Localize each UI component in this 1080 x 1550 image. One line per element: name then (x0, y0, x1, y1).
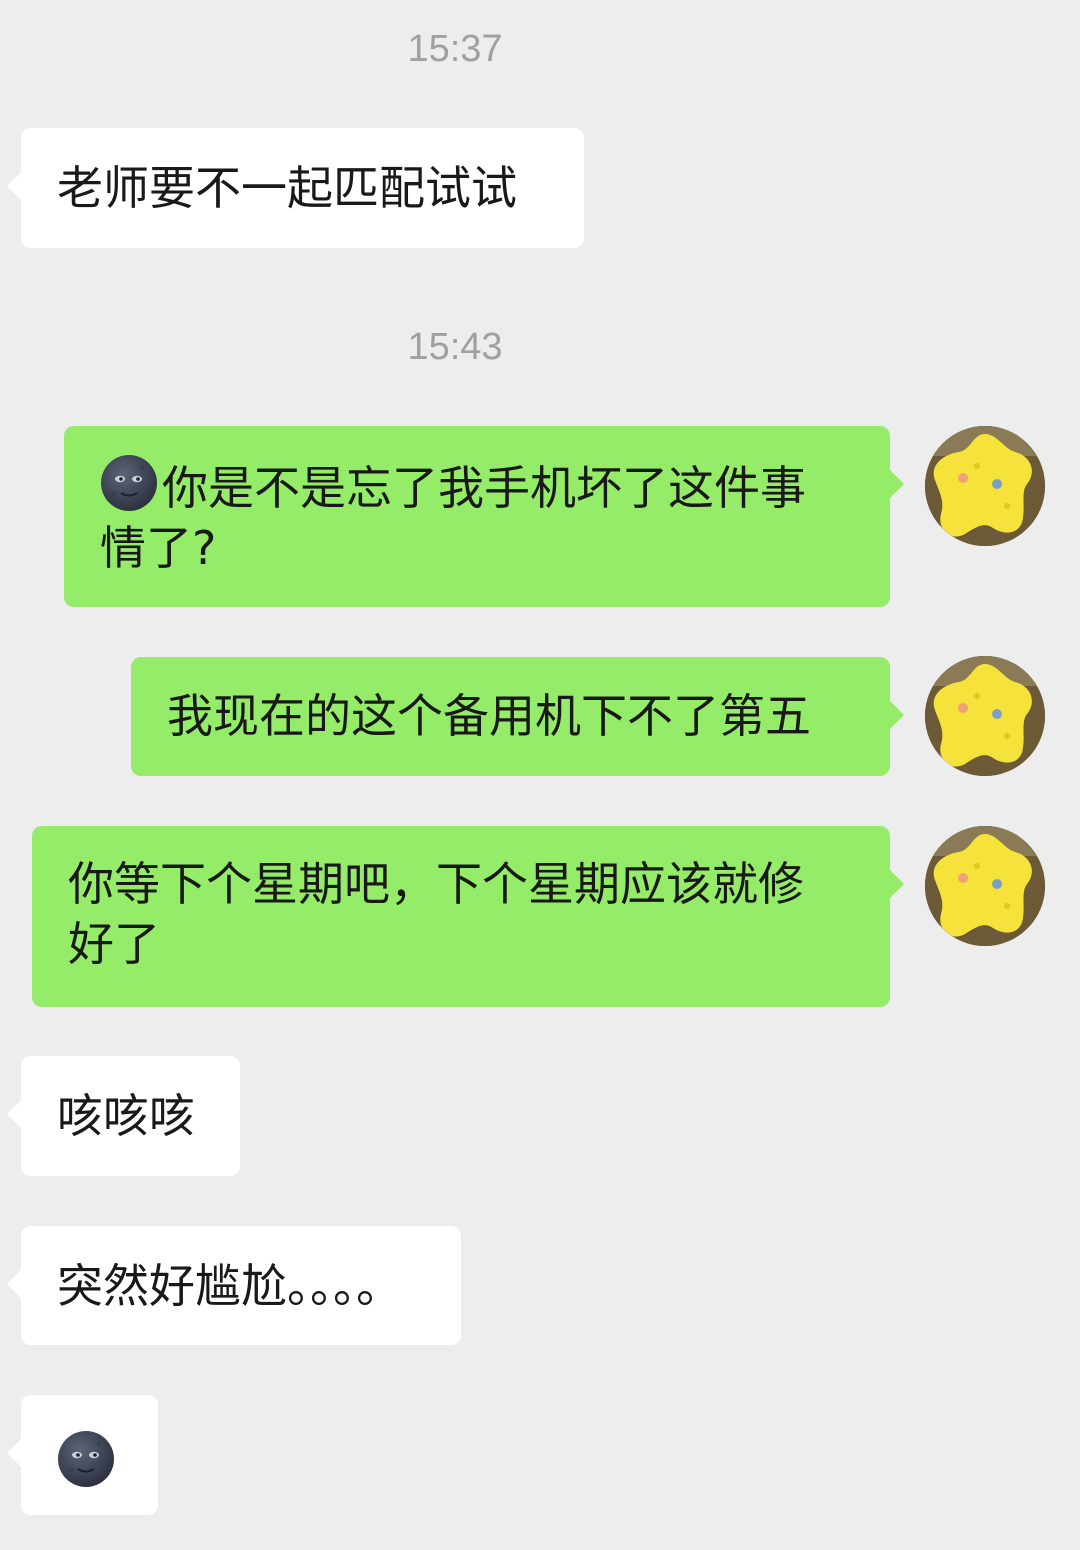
message-text: 情了? (100, 521, 217, 575)
yellow-star-plush-avatar-icon[interactable] (925, 826, 1045, 946)
timestamp: 15:43 (407, 326, 503, 368)
message-bubble-outgoing[interactable]: 我现在的这个备用机下不了第五 (131, 657, 904, 776)
message-text: 我现在的这个备用机下不了第五 (167, 689, 811, 743)
message-text: 咳咳咳 (57, 1089, 195, 1143)
message-bubble-incoming[interactable] (7, 1395, 158, 1515)
timestamp: 15:37 (407, 28, 503, 70)
yellow-star-plush-avatar-icon[interactable] (925, 656, 1045, 776)
new-moon-face-icon (57, 1430, 115, 1488)
message-text: 好了 (68, 917, 160, 971)
message-bubble-outgoing[interactable]: 你是不是忘了我手机坏了这件事 情了? (64, 426, 904, 607)
message-bubble-outgoing[interactable]: 你等下个星期吧，下个星期应该就修 好了 (32, 826, 904, 1007)
message-text: 老师要不一起匹配试试 (57, 161, 517, 215)
message-text: 突然好尴尬。。。。 (57, 1259, 402, 1313)
message-bubble-incoming[interactable]: 突然好尴尬。。。。 (7, 1226, 461, 1345)
message-bubble-incoming[interactable]: 咳咳咳 (7, 1056, 240, 1176)
message-bubble-incoming[interactable]: 老师要不一起匹配试试 (7, 128, 584, 248)
yellow-star-plush-avatar-icon[interactable] (925, 426, 1045, 546)
message-text: 你等下个星期吧，下个星期应该就修 (68, 857, 804, 911)
message-text: 你是不是忘了我手机坏了这件事 (162, 461, 806, 515)
new-moon-face-icon (100, 454, 158, 512)
